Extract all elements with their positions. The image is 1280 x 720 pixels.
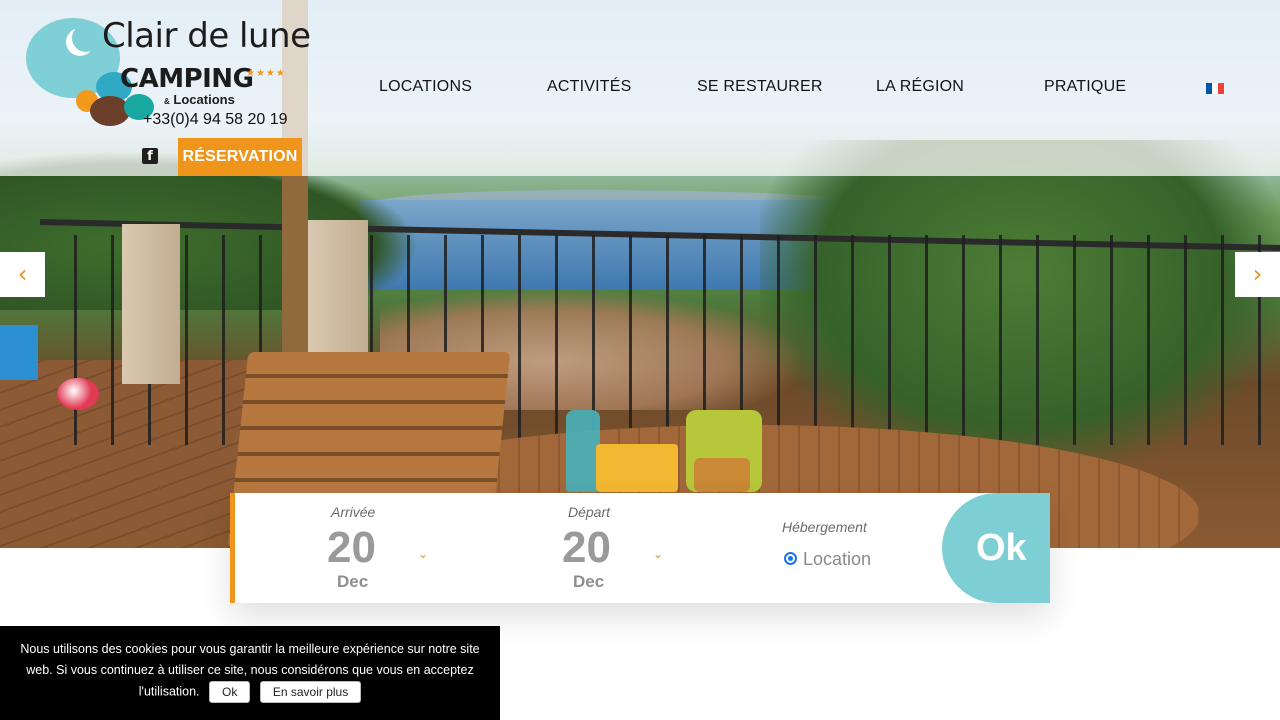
reservation-button[interactable]: RÉSERVATION (178, 138, 302, 176)
departure-label: Départ (568, 504, 611, 520)
french-flag-icon[interactable] (1206, 83, 1224, 94)
arrival-month[interactable]: Dec (337, 572, 368, 592)
cookie-more-button[interactable]: En savoir plus (259, 681, 362, 703)
accommodation-label: Hébergement (782, 519, 867, 535)
departure-day[interactable]: 20 (562, 523, 611, 573)
logo-stars: ★★★★ (246, 68, 286, 79)
departure-month[interactable]: Dec (573, 572, 604, 592)
booking-submit-button[interactable]: Ok (942, 493, 1050, 603)
railing-post (122, 224, 180, 384)
nav-item-se-restaurer[interactable]: SE RESTAURER (697, 78, 823, 96)
phone-number[interactable]: +33(0)4 94 58 20 19 (143, 111, 288, 129)
tea-box (596, 444, 678, 492)
flag-stripe-red (1218, 83, 1224, 94)
location-radio-label[interactable]: Location (803, 549, 871, 570)
logo-moon-icon (72, 24, 100, 52)
balcony-railing (40, 235, 1280, 445)
ball (57, 378, 99, 410)
facebook-icon[interactable]: f (142, 148, 158, 164)
location-radio[interactable] (784, 552, 797, 565)
cookie-accept-button[interactable]: Ok (209, 681, 251, 703)
nav-item-la-region[interactable]: LA RÉGION (876, 78, 964, 96)
nav-item-locations[interactable]: LOCATIONS (379, 78, 472, 96)
slider-prev-button[interactable]: ‹ (0, 252, 45, 297)
nav-item-activites[interactable]: ACTIVITÉS (547, 78, 631, 96)
arrival-day[interactable]: 20 (327, 523, 376, 573)
arrival-label: Arrivée (331, 504, 376, 520)
departure-chevron-down-icon[interactable]: ⌄ (653, 547, 663, 561)
jam-jar (694, 458, 750, 492)
logo-text-camping: CAMPING (120, 64, 254, 94)
logo-text-name: Clair de lune (102, 16, 311, 56)
arrival-chevron-down-icon[interactable]: ⌄ (418, 547, 428, 561)
cookie-message: Nous utilisons des cookies pour vous gar… (20, 642, 480, 699)
blue-crate (0, 325, 38, 380)
site-header: Clair de lune CAMPING ★★★★ & Locations +… (0, 0, 1280, 176)
nav-item-pratique[interactable]: PRATIQUE (1044, 78, 1126, 96)
booking-form: Arrivée 20 Dec ⌄ Départ 20 Dec ⌄ Héberge… (230, 493, 1050, 603)
logo-text-locations: & Locations (164, 92, 235, 107)
cookie-banner: Nous utilisons des cookies pour vous gar… (0, 626, 500, 720)
slider-next-button[interactable]: › (1235, 252, 1280, 297)
bottle (566, 410, 600, 492)
